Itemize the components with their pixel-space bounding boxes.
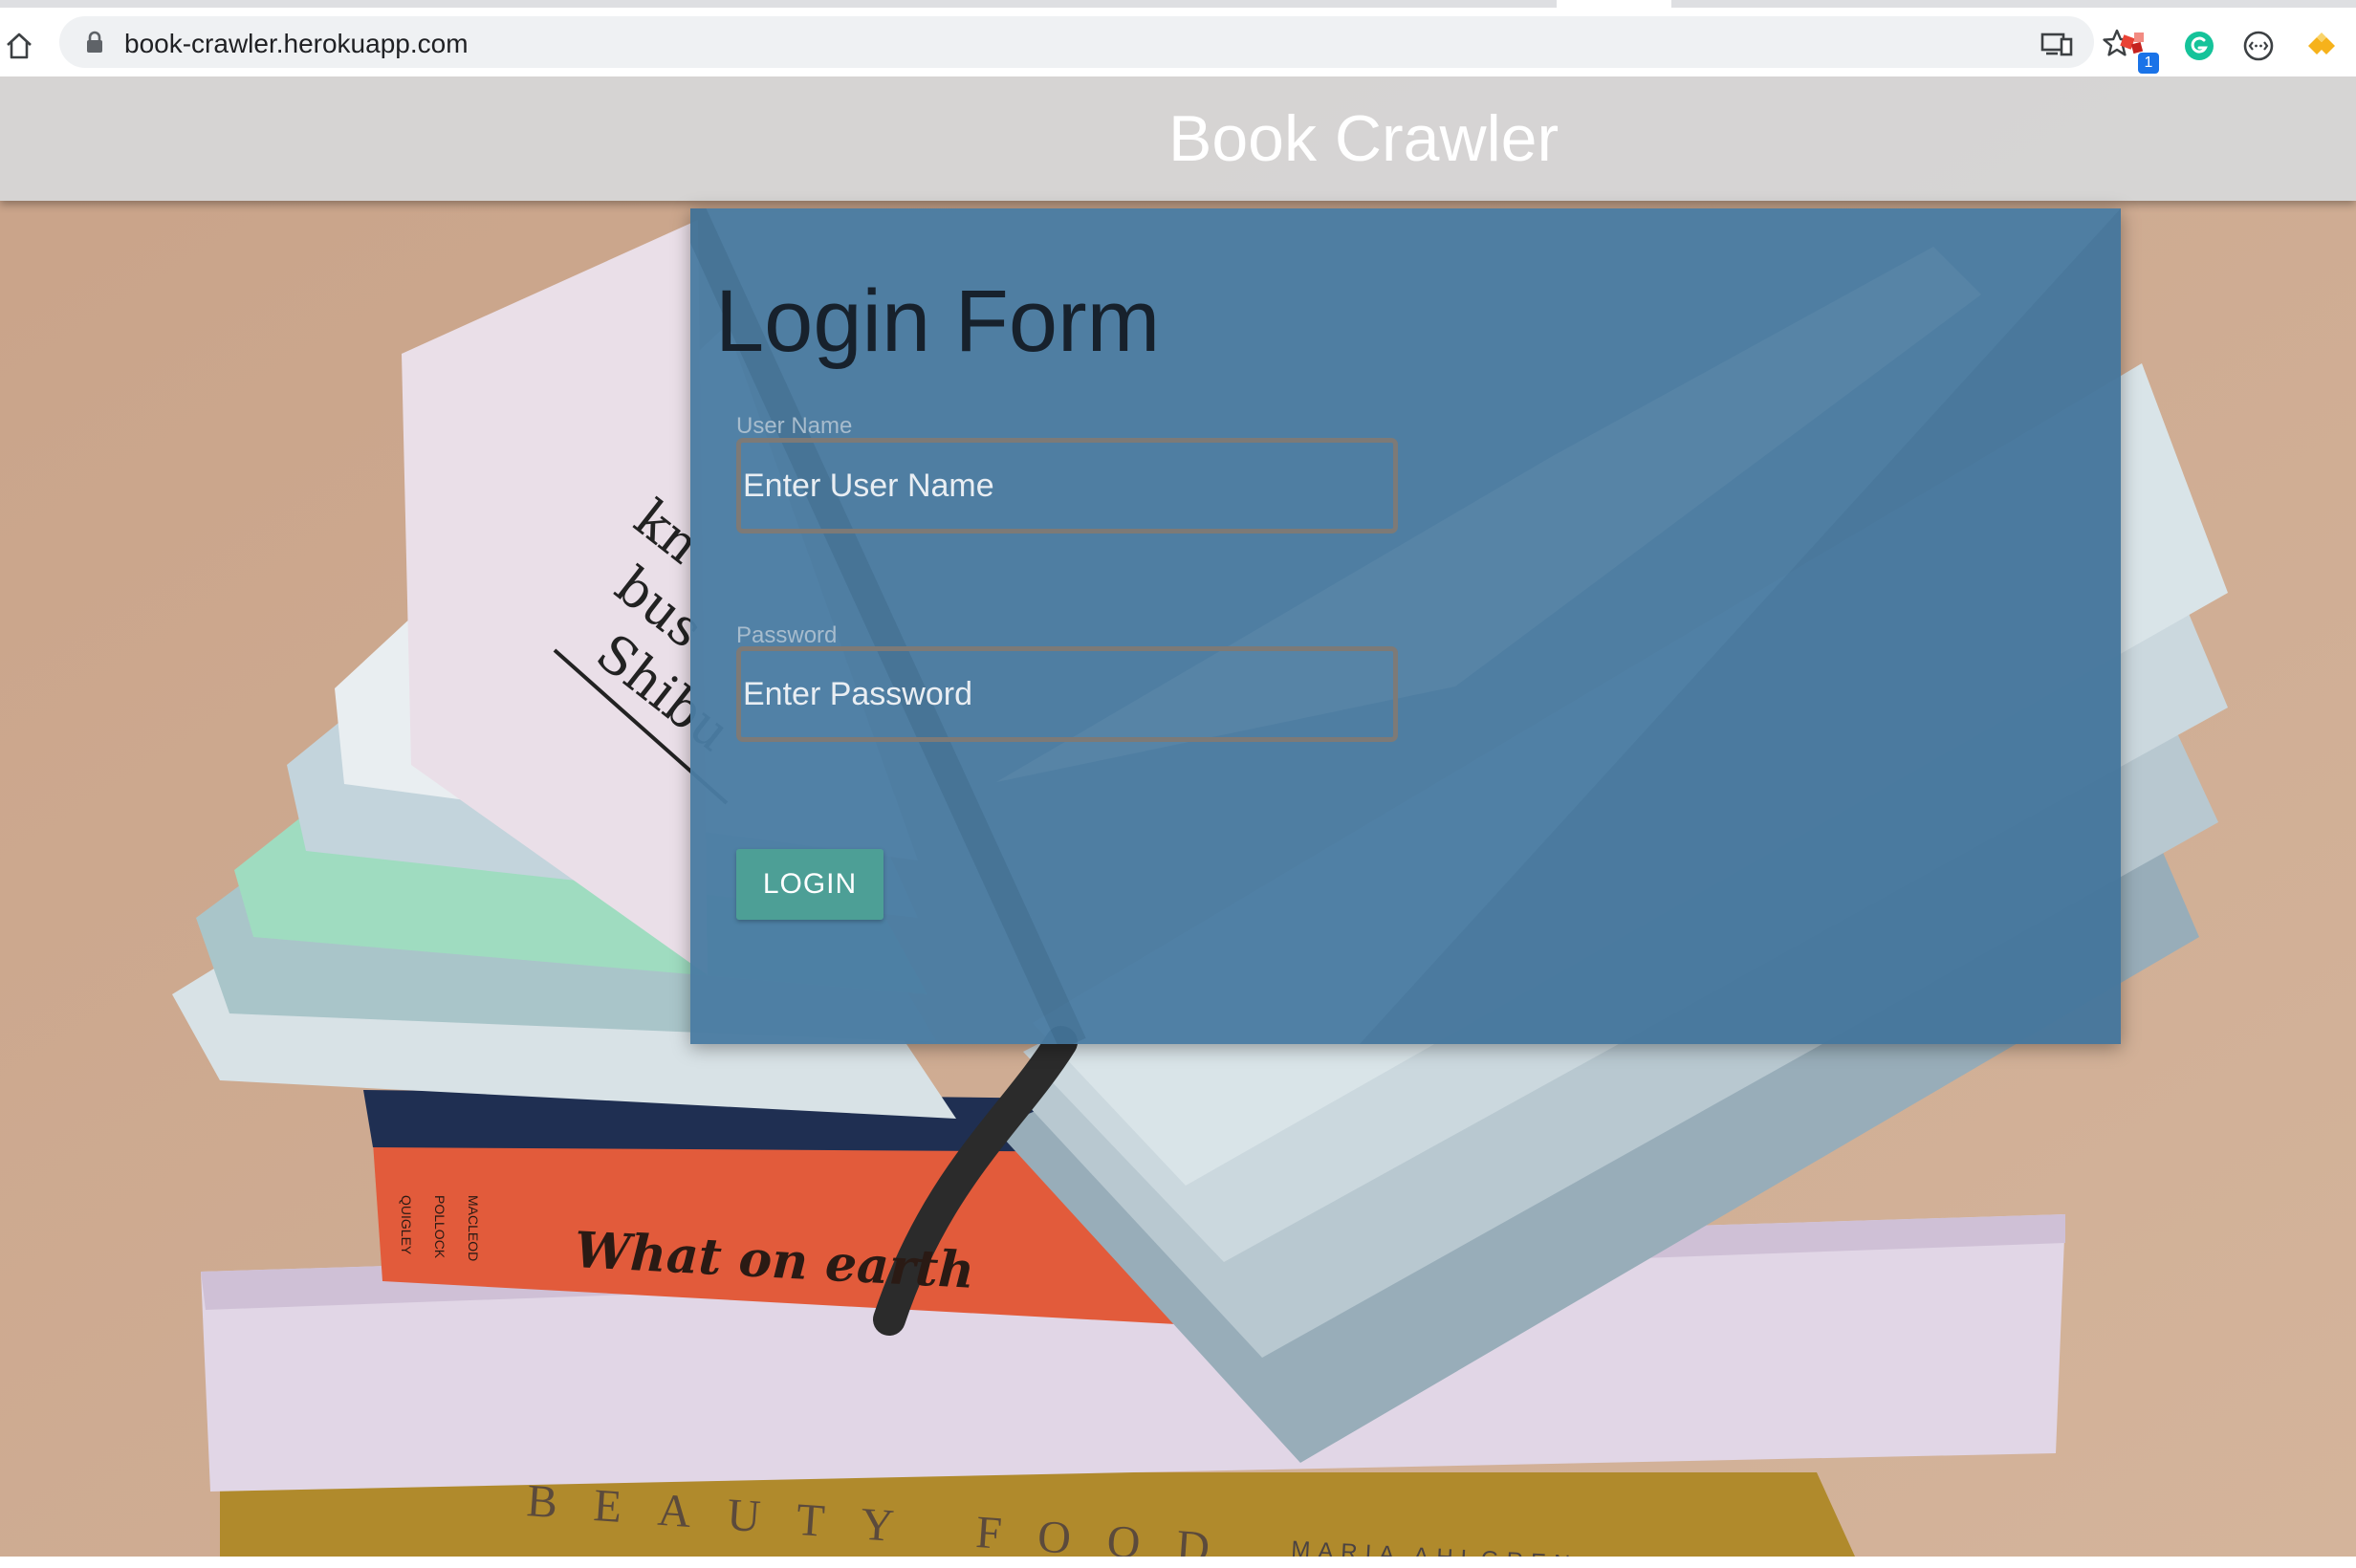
extension-badge: 1 [2138,53,2159,74]
page-bottom-edge [0,1557,2356,1568]
spine-name-3: MACLEOD [466,1195,481,1261]
form-heading: Login Form [715,272,1161,370]
extension-icon[interactable] [2304,29,2339,63]
home-icon[interactable] [4,31,34,61]
grammarly-icon[interactable] [2182,29,2216,63]
username-label: User Name [736,413,853,439]
spine-name-1: QUIGLEY [399,1195,414,1255]
lock-icon [87,31,102,53]
spine-name-2: POLLOCK [432,1195,447,1259]
password-label: Password [736,622,838,648]
login-form-card: Login Form User Name Password LOGIN [690,208,2121,1044]
browser-toolbar: book-crawler.herokuapp.com 1 [0,8,2356,76]
tab-strip [0,0,2356,8]
address-bar[interactable]: book-crawler.herokuapp.com [59,16,2131,68]
login-button[interactable]: LOGIN [736,849,884,920]
url-text[interactable]: book-crawler.herokuapp.com [124,29,469,59]
password-input[interactable] [736,646,1398,742]
app-header: Book Crawler [0,76,2356,201]
app-title: Book Crawler [1168,102,1560,175]
code-icon[interactable] [2241,29,2276,63]
active-tab[interactable] [1557,0,1671,8]
cast-icon[interactable] [2040,32,2073,56]
page: What on earth BEAUTY FOOD MARIA AHLGREN … [0,76,2356,1557]
username-input[interactable] [736,438,1398,534]
